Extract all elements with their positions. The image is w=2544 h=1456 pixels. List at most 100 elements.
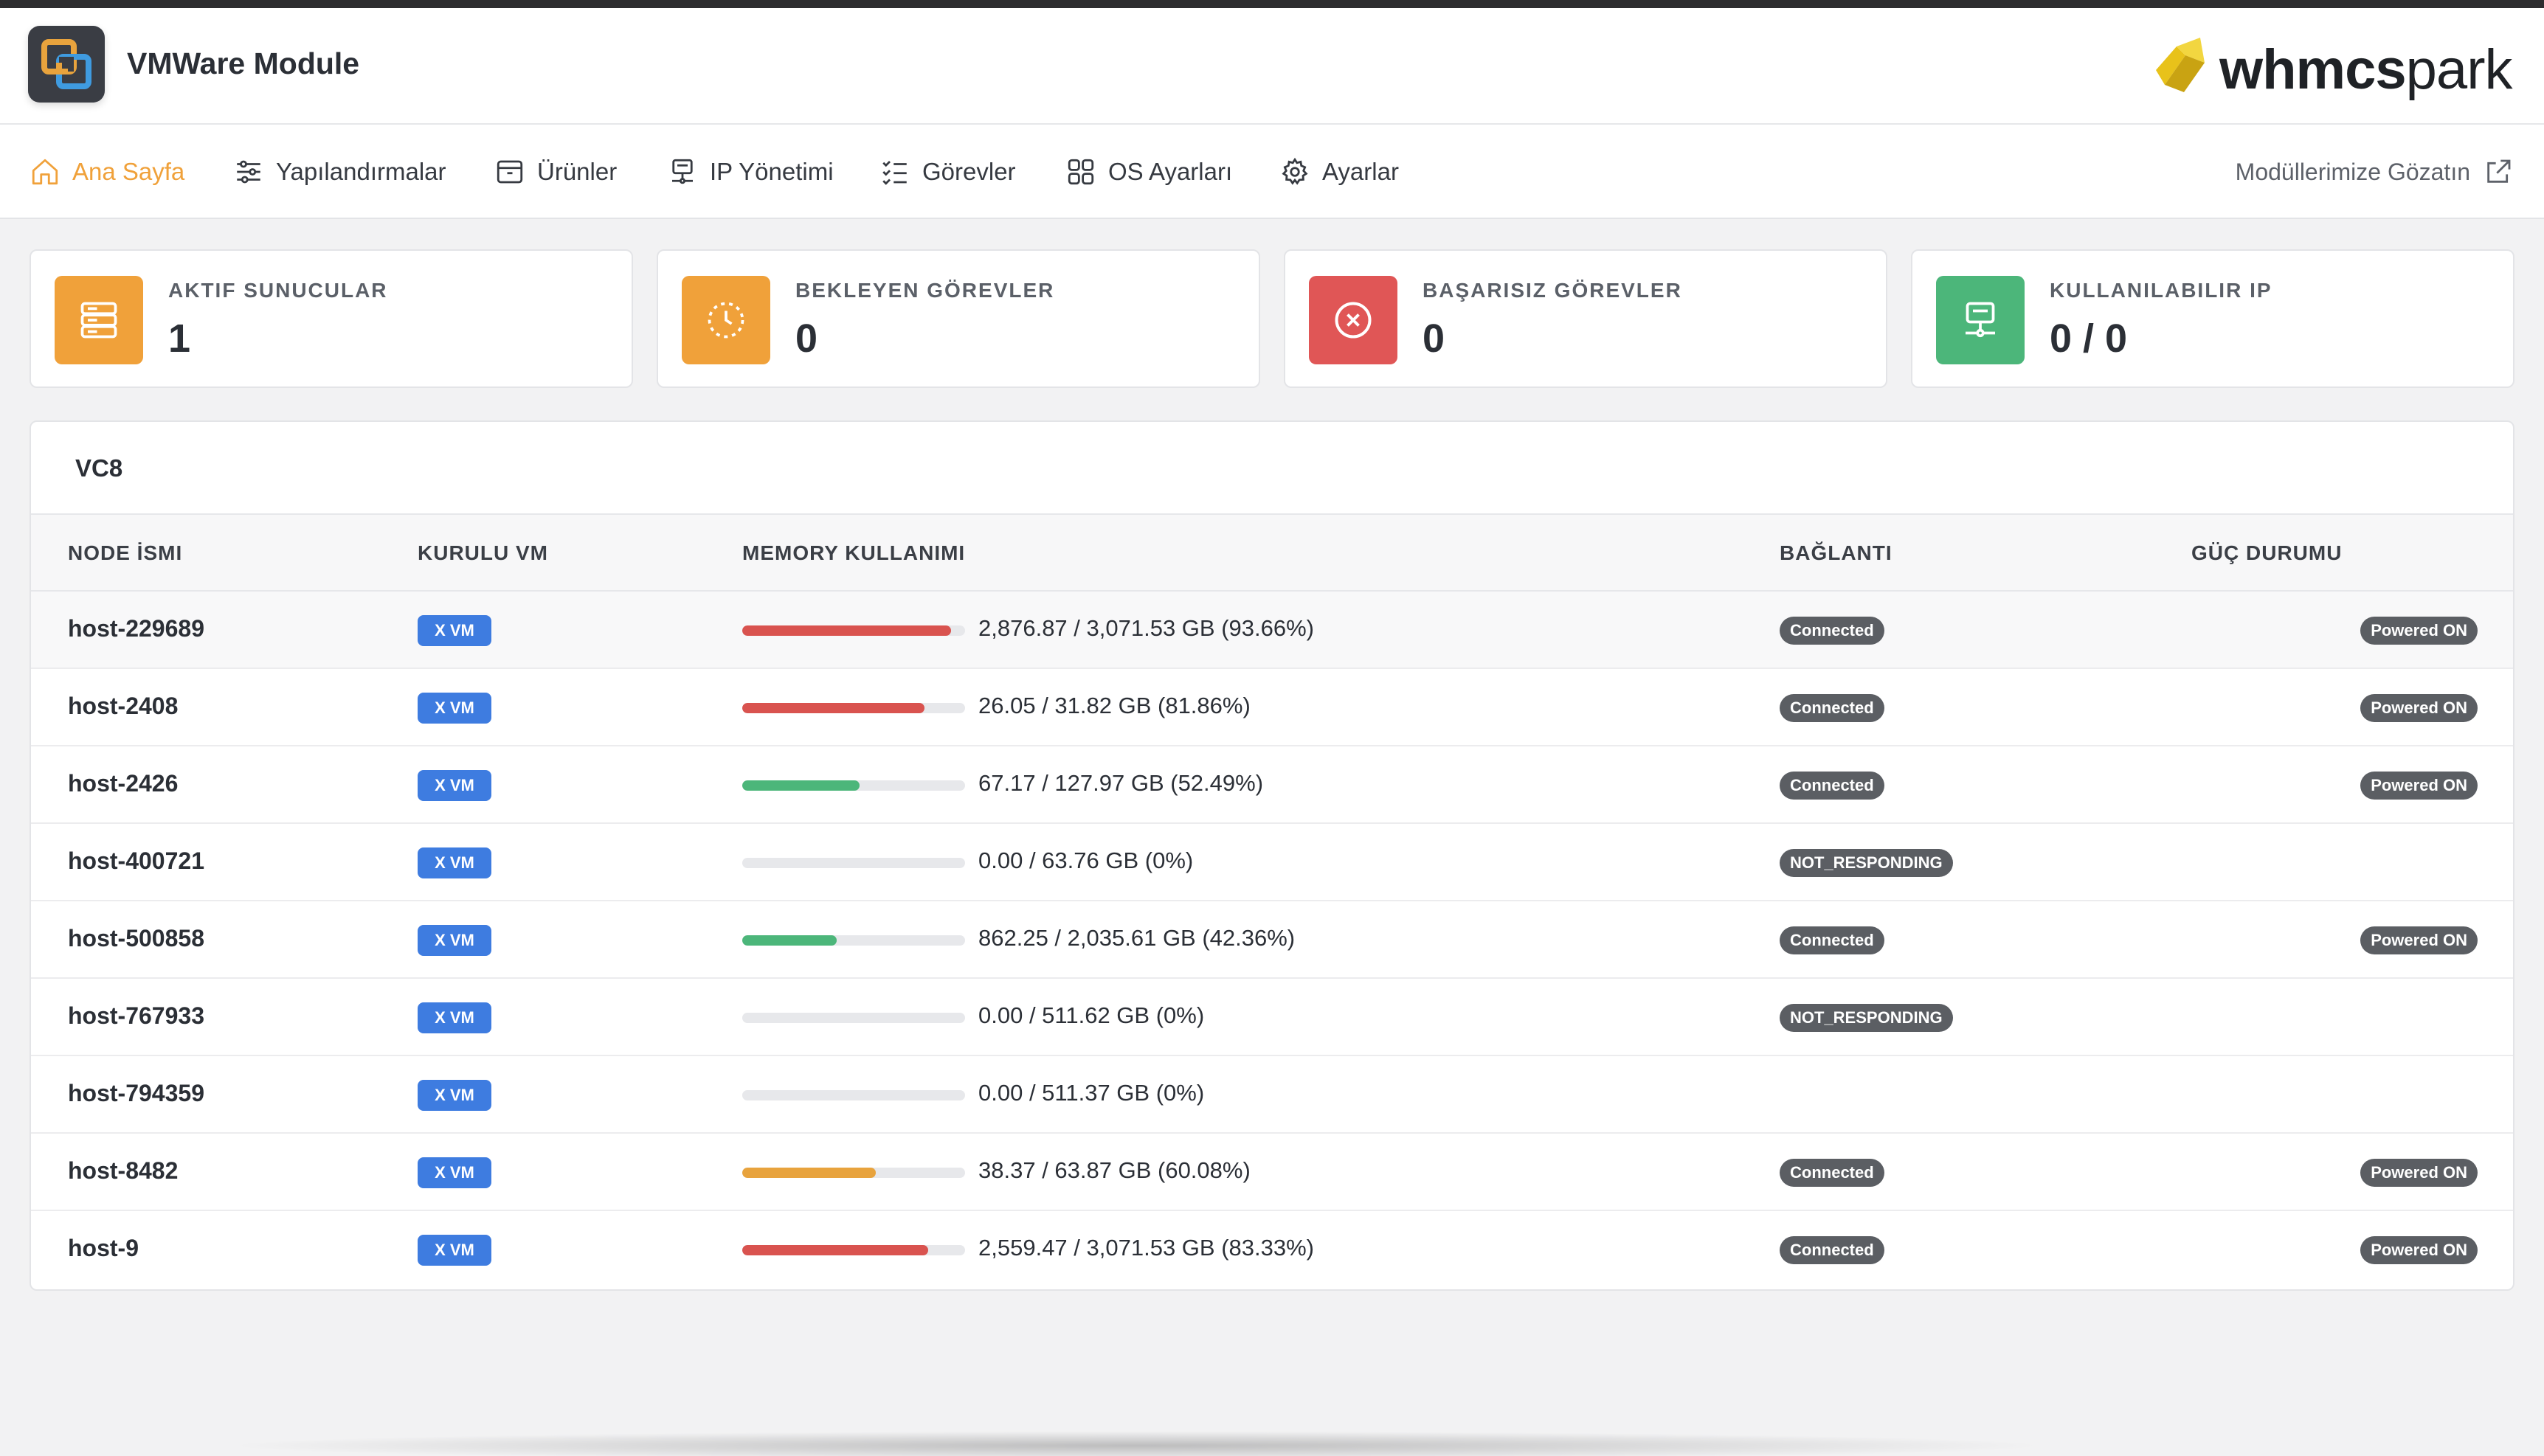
browse-modules-link[interactable]: Modüllerimize Gözatın	[2236, 125, 2513, 219]
node-name[interactable]: host-794359	[68, 1080, 204, 1107]
memory-usage-bar-fill	[742, 1245, 928, 1255]
table-row[interactable]: host-767933 X VM 0.00 / 511.62 GB (0%) NOT_…	[31, 979, 2513, 1056]
memory-usage-bar	[742, 780, 965, 791]
nav-item-os-settings[interactable]: OS Ayarları	[1065, 125, 1232, 219]
memory-usage-bar	[742, 858, 965, 868]
power-state-badge: Powered ON	[2360, 1159, 2478, 1187]
nav-item-label: Ana Sayfa	[72, 158, 185, 185]
connection-status-badge: Connected	[1780, 1159, 1884, 1187]
power-state-badge: Powered ON	[2360, 694, 2478, 722]
nav-item-tasks[interactable]: Görevler	[879, 125, 1016, 219]
connection-status-badge: Connected	[1780, 694, 1884, 722]
table-row[interactable]: host-9 X VM 2,559.47 / 3,071.53 GB (83.33%…	[31, 1211, 2513, 1289]
app-header: VMWare Module whmcspark	[0, 8, 2544, 125]
nav-item-configurations[interactable]: Yapılandırmalar	[233, 125, 446, 219]
stat-card-available-ip: KULLANILABILIR IP 0 / 0	[1911, 249, 2514, 388]
vm-count-badge[interactable]: X VM	[418, 1080, 491, 1111]
power-state-badge: Powered ON	[2360, 926, 2478, 954]
app-title: VMWare Module	[127, 46, 360, 80]
power-state-badge: Powered ON	[2360, 1236, 2478, 1264]
column-header-connection[interactable]: BAĞLANTI	[1780, 541, 1893, 565]
nav-item-settings[interactable]: Ayarlar	[1279, 125, 1399, 219]
connection-status-badge: Connected	[1780, 926, 1884, 954]
external-link-icon	[2487, 159, 2511, 183]
gear-icon	[1282, 157, 1308, 185]
node-name[interactable]: host-229689	[68, 615, 204, 642]
brand-name: whmcspark	[2219, 38, 2512, 102]
table-row[interactable]: host-2408 X VM 26.05 / 31.82 GB (81.86%) Co…	[31, 669, 2513, 746]
table-row[interactable]: host-2426 X VM 67.17 / 127.97 GB (52.49%) C…	[31, 746, 2513, 824]
nav-item-home[interactable]: Ana Sayfa	[30, 125, 184, 219]
node-name[interactable]: host-400721	[68, 847, 204, 875]
memory-usage-text: 38.37 / 63.87 GB (60.08%)	[978, 1157, 1251, 1183]
stat-label: AKTIF SUNUCULAR	[168, 279, 388, 302]
stat-label: BAŞARISIZ GÖREVLER	[1423, 279, 1682, 302]
table-body: host-229689 X VM 2,876.87 / 3,071.53 GB (9…	[31, 592, 2513, 1289]
column-header-memory-usage[interactable]: MEMORY KULLANIMI	[742, 541, 965, 565]
column-header-power-state[interactable]: GÜÇ DURUMU	[2191, 541, 2342, 565]
node-name[interactable]: host-767933	[68, 1002, 204, 1030]
brand-name-light: park	[2405, 38, 2513, 101]
connection-status-badge: Connected	[1780, 617, 1884, 645]
memory-usage-text: 0.00 / 511.62 GB (0%)	[978, 1002, 1205, 1028]
nav-item-products[interactable]: Ürünler	[494, 125, 617, 219]
panel-title: VC8	[75, 454, 123, 482]
vcenter-panel: VC8 NODE İSMI KURULU VM MEMORY KULLANIMI…	[30, 420, 2514, 1291]
table-header: NODE İSMI KURULU VM MEMORY KULLANIMI BAĞ…	[31, 515, 2513, 592]
memory-usage-text: 2,876.87 / 3,071.53 GB (93.66%)	[978, 615, 1314, 641]
memory-usage-bar	[742, 1168, 965, 1178]
node-name[interactable]: host-2408	[68, 693, 178, 720]
vm-count-badge[interactable]: X VM	[418, 693, 491, 724]
memory-usage-text: 26.05 / 31.82 GB (81.86%)	[978, 693, 1251, 718]
nav-item-label: Yapılandırmalar	[276, 158, 446, 185]
tasks-icon	[882, 161, 907, 185]
node-name[interactable]: host-9	[68, 1235, 139, 1262]
memory-usage-bar	[742, 1090, 965, 1100]
memory-usage-text: 2,559.47 / 3,071.53 GB (83.33%)	[978, 1235, 1314, 1261]
browse-modules-label: Modüllerimize Gözatın	[2235, 158, 2470, 185]
whmcspark-logo[interactable]: whmcspark	[2149, 30, 2517, 104]
network-icon	[672, 159, 693, 184]
table-row[interactable]: host-400721 X VM 0.00 / 63.76 GB (0%) NOT_R…	[31, 824, 2513, 901]
stat-value: 0	[1423, 316, 1445, 361]
memory-usage-text: 67.17 / 127.97 GB (52.49%)	[978, 770, 1264, 796]
stat-value: 0 / 0	[2050, 316, 2128, 361]
memory-usage-bar-fill	[742, 1168, 877, 1178]
archive-icon	[497, 160, 523, 184]
table-row[interactable]: host-500858 X VM 862.25 / 2,035.61 GB (42.…	[31, 901, 2513, 979]
vm-count-badge[interactable]: X VM	[418, 615, 491, 646]
connection-status-badge: Connected	[1780, 1236, 1884, 1264]
nav-item-ip-management[interactable]: IP Yönetimi	[667, 125, 834, 219]
power-state-badge: Powered ON	[2360, 772, 2478, 800]
memory-usage-text: 0.00 / 511.37 GB (0%)	[978, 1080, 1205, 1106]
column-header-installed-vm[interactable]: KURULU VM	[418, 541, 548, 565]
memory-usage-bar	[742, 625, 965, 636]
vm-count-badge[interactable]: X VM	[418, 1235, 491, 1266]
node-name[interactable]: host-8482	[68, 1157, 178, 1185]
stat-value: 0	[795, 316, 818, 361]
table-row[interactable]: host-229689 X VM 2,876.87 / 3,071.53 GB (9…	[31, 592, 2513, 669]
vm-count-badge[interactable]: X VM	[418, 847, 491, 878]
memory-usage-text: 0.00 / 63.76 GB (0%)	[978, 847, 1194, 873]
stat-card-active-servers: AKTIF SUNUCULAR 1	[30, 249, 633, 388]
connection-status-badge: NOT_RESPONDING	[1780, 1004, 1953, 1032]
table-row[interactable]: host-8482 X VM 38.37 / 63.87 GB (60.08%) Co…	[31, 1134, 2513, 1211]
column-header-node-name[interactable]: NODE İSMI	[68, 541, 182, 565]
stat-label: BEKLEYEN GÖREVLER	[795, 279, 1055, 302]
memory-usage-bar	[742, 1245, 965, 1255]
vm-count-badge[interactable]: X VM	[418, 1002, 491, 1033]
vm-count-badge[interactable]: X VM	[418, 1157, 491, 1188]
node-name[interactable]: host-500858	[68, 925, 204, 952]
sliders-icon	[237, 160, 260, 184]
brand-mark-icon	[2156, 38, 2205, 92]
vmware-logo-icon[interactable]	[28, 26, 105, 103]
memory-usage-bar-fill	[742, 703, 925, 713]
brand-name-bold: whmcs	[2219, 38, 2407, 101]
vm-count-badge[interactable]: X VM	[418, 770, 491, 801]
vm-count-badge[interactable]: X VM	[418, 925, 491, 956]
table-row[interactable]: host-794359 X VM 0.00 / 511.37 GB (0%)	[31, 1056, 2513, 1134]
node-name[interactable]: host-2426	[68, 770, 178, 797]
grid-icon	[1068, 159, 1094, 185]
nav-item-label: OS Ayarları	[1108, 158, 1233, 185]
stat-card-failed-tasks: BAŞARISIZ GÖREVLER 0	[1284, 249, 1887, 388]
